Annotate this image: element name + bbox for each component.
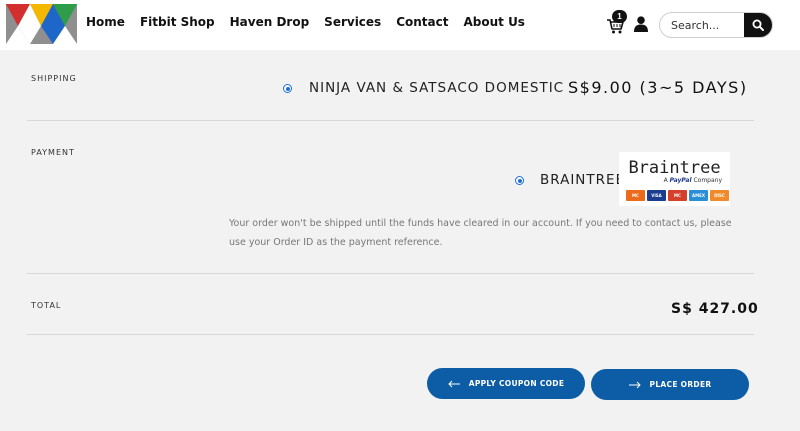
nav-home[interactable]: Home (86, 15, 125, 29)
subtitle-brand: PayPal (669, 177, 692, 184)
apply-coupon-label: APPLY COUPON CODE (468, 379, 565, 388)
arrow-left-icon (448, 380, 460, 387)
arrow-right-icon (628, 381, 641, 388)
cart-count-badge: 1 (612, 10, 627, 23)
apply-coupon-button[interactable]: APPLY COUPON CODE (427, 368, 585, 399)
braintree-logo: Braintree A PayPal Company MC VISA MC AM… (619, 152, 730, 206)
place-order-label: PLACE ORDER (649, 380, 712, 389)
search-input[interactable] (660, 13, 746, 37)
search-box (659, 12, 773, 38)
subtitle-prefix: A (663, 177, 668, 184)
subtitle-suffix: Company (693, 177, 722, 184)
payment-label: PAYMENT (31, 148, 75, 157)
user-icon[interactable] (634, 16, 648, 32)
nav-about-us[interactable]: About Us (463, 15, 524, 29)
nav-services[interactable]: Services (324, 15, 381, 29)
maestro-icon: MC (668, 190, 687, 201)
nav-haven-drop[interactable]: Haven Drop (230, 15, 310, 29)
total-label: TOTAL (31, 301, 62, 310)
nav-contact[interactable]: Contact (396, 15, 448, 29)
search-button[interactable] (744, 13, 772, 37)
shipping-price: S$9.00 (3~5 DAYS) (568, 78, 748, 97)
payment-note: Your order won't be shipped until the fu… (229, 218, 732, 248)
mastercard-icon: MC (626, 190, 645, 201)
site-header: Home Fitbit Shop Haven Drop Services Con… (0, 0, 800, 50)
divider (27, 273, 754, 274)
payment-radio[interactable] (515, 176, 524, 185)
divider (27, 120, 754, 121)
card-logos: MC VISA MC AMEX DISC (626, 190, 731, 201)
amex-icon: AMEX (689, 190, 708, 201)
main-nav: Home Fitbit Shop Haven Drop Services Con… (86, 15, 540, 29)
shipping-radio[interactable] (283, 84, 292, 93)
total-value: S$ 427.00 (671, 301, 759, 317)
nav-fitbit-shop[interactable]: Fitbit Shop (140, 15, 215, 29)
search-icon (752, 19, 764, 31)
discover-icon: DISC (710, 190, 729, 201)
payment-method-name[interactable]: BRAINTREE (540, 172, 625, 188)
place-order-button[interactable]: PLACE ORDER (591, 369, 749, 400)
shipping-method-name[interactable]: NINJA VAN & SATSACO DOMESTIC (309, 80, 564, 96)
braintree-logo-subtitle: A PayPal Company (619, 177, 722, 184)
shipping-label: SHIPPING (31, 74, 77, 83)
visa-icon: VISA (647, 190, 666, 201)
divider (27, 334, 754, 335)
braintree-logo-title: Braintree (628, 158, 721, 178)
mountain-logo[interactable] (6, 4, 77, 44)
